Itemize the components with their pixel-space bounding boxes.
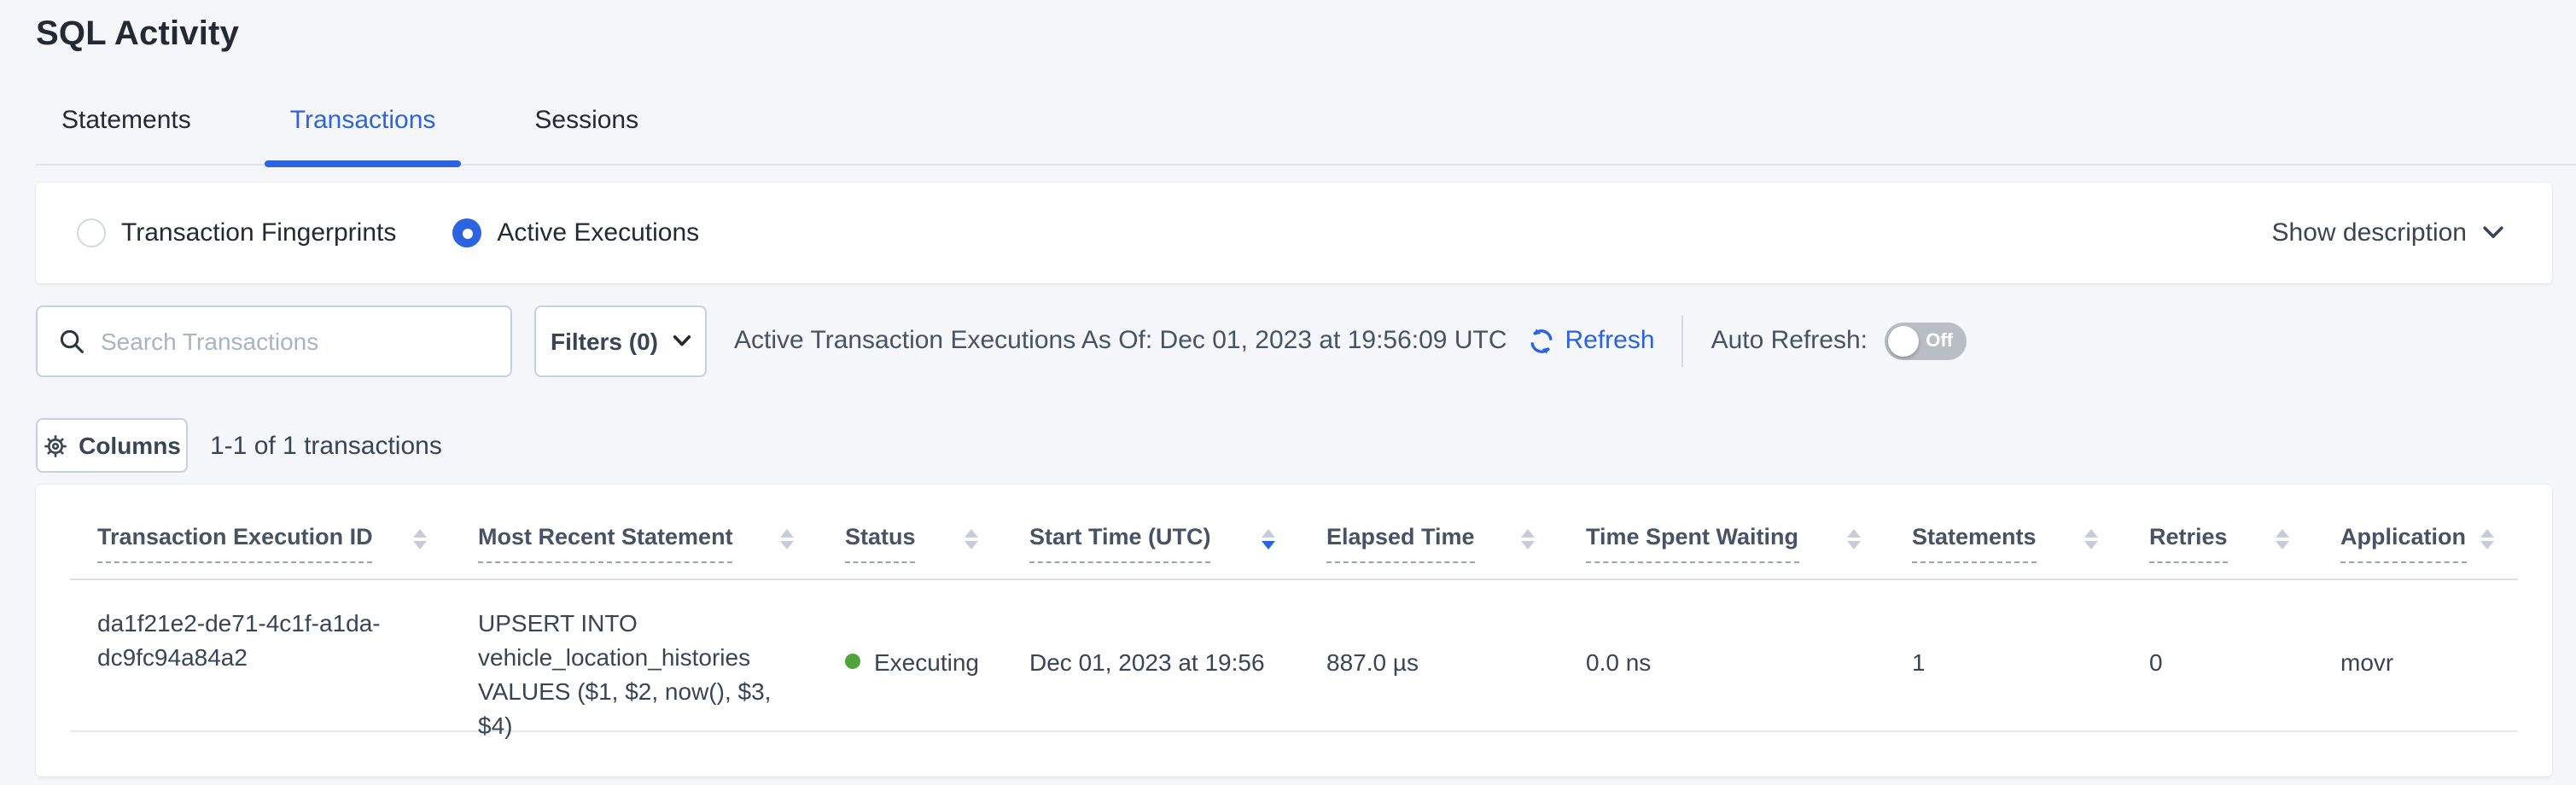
tab-statements[interactable]: Statements bbox=[36, 104, 217, 164]
cell-start-time: Dec 01, 2023 at 19:56 bbox=[1002, 580, 1299, 742]
columns-button[interactable]: Columns bbox=[36, 418, 188, 473]
search-box bbox=[36, 305, 512, 376]
column-header-status[interactable]: Status bbox=[818, 485, 1002, 579]
sql-activity-page: SQL Activity Statements Transactions Ses… bbox=[0, 10, 2576, 785]
sort-icon[interactable] bbox=[1847, 529, 1861, 550]
sort-icon[interactable] bbox=[965, 529, 978, 550]
auto-refresh-toggle[interactable]: Off bbox=[1885, 322, 1967, 359]
sort-icon[interactable] bbox=[1521, 529, 1535, 550]
cell-transaction-execution-id: da1f21e2-de71-4c1f-a1da-dc9fc94a84a2 bbox=[70, 580, 451, 742]
filters-button-label: Filters (0) bbox=[551, 327, 658, 354]
page-title: SQL Activity bbox=[36, 10, 2576, 58]
search-input[interactable] bbox=[101, 327, 493, 354]
sort-icon[interactable] bbox=[780, 529, 794, 550]
toggle-state-label: Off bbox=[1926, 330, 1953, 351]
filters-button[interactable]: Filters (0) bbox=[534, 305, 707, 376]
chevron-down-icon bbox=[672, 334, 691, 347]
results-count: 1-1 of 1 transactions bbox=[210, 431, 442, 460]
column-header-elapsed-time[interactable]: Elapsed Time bbox=[1299, 485, 1559, 579]
cell-time-spent-waiting: 0.0 ns bbox=[1559, 580, 1885, 742]
refresh-button[interactable]: Refresh bbox=[1528, 326, 1655, 355]
cell-statements: 1 bbox=[1885, 580, 2122, 742]
radio-selected-icon bbox=[452, 218, 481, 247]
chevron-down-icon bbox=[2482, 225, 2504, 241]
radio-active-executions[interactable]: Active Executions bbox=[452, 218, 699, 247]
column-header-most-recent-statement[interactable]: Most Recent Statement bbox=[451, 485, 818, 579]
refresh-label: Refresh bbox=[1565, 326, 1655, 355]
sort-icon[interactable] bbox=[2276, 529, 2289, 550]
refresh-icon bbox=[1528, 327, 1555, 354]
column-header-time-spent-waiting[interactable]: Time Spent Waiting bbox=[1559, 485, 1885, 579]
columns-button-label: Columns bbox=[79, 432, 181, 459]
auto-refresh-label: Auto Refresh: bbox=[1711, 326, 1868, 355]
sort-icon[interactable] bbox=[2084, 529, 2098, 550]
tab-bar: Statements Transactions Sessions bbox=[36, 104, 2576, 166]
tab-sessions[interactable]: Sessions bbox=[509, 104, 664, 164]
toolbar: Filters (0) Active Transaction Execution… bbox=[36, 304, 2552, 377]
radio-unselected-icon bbox=[77, 218, 106, 247]
show-description-toggle[interactable]: Show description bbox=[2272, 218, 2504, 247]
cell-elapsed-time: 887.0 µs bbox=[1299, 580, 1559, 742]
status-executing-dot bbox=[845, 654, 860, 669]
sort-icon[interactable] bbox=[2480, 529, 2494, 550]
radio-active-executions-label: Active Executions bbox=[497, 218, 699, 247]
search-icon bbox=[58, 327, 85, 354]
cell-status: Executing bbox=[818, 580, 1002, 742]
column-header-application[interactable]: Application bbox=[2313, 485, 2518, 579]
column-header-retries[interactable]: Retries bbox=[2122, 485, 2313, 579]
cell-most-recent-statement: UPSERT INTO vehicle_location_histories V… bbox=[451, 580, 818, 742]
view-mode-bar: Transaction Fingerprints Active Executio… bbox=[36, 183, 2552, 283]
tab-statements-label: Statements bbox=[61, 106, 191, 135]
sort-icon[interactable] bbox=[413, 529, 427, 550]
status-label: Executing bbox=[874, 644, 979, 678]
toolbar-divider bbox=[1682, 315, 1684, 366]
radio-transaction-fingerprints[interactable]: Transaction Fingerprints bbox=[77, 218, 396, 247]
radio-transaction-fingerprints-label: Transaction Fingerprints bbox=[121, 218, 396, 247]
table-header-row: Transaction Execution ID Most Recent Sta… bbox=[70, 485, 2518, 580]
as-of-timestamp: Active Transaction Executions As Of: Dec… bbox=[734, 326, 1507, 355]
tab-transactions[interactable]: Transactions bbox=[265, 104, 462, 164]
toggle-knob bbox=[1888, 325, 1919, 356]
column-header-start-time[interactable]: Start Time (UTC) bbox=[1002, 485, 1299, 579]
sort-icon-active-desc[interactable] bbox=[1262, 529, 1275, 550]
transactions-table-card: Transaction Execution ID Most Recent Sta… bbox=[36, 485, 2552, 776]
column-header-statements[interactable]: Statements bbox=[1885, 485, 2122, 579]
table-row: da1f21e2-de71-4c1f-a1da-dc9fc94a84a2 UPS… bbox=[70, 580, 2518, 732]
cell-application: movr bbox=[2313, 580, 2518, 742]
cell-retries: 0 bbox=[2122, 580, 2313, 742]
column-header-transaction-execution-id[interactable]: Transaction Execution ID bbox=[70, 485, 451, 579]
show-description-label: Show description bbox=[2272, 218, 2467, 247]
tab-transactions-label: Transactions bbox=[290, 106, 436, 135]
gear-icon bbox=[43, 433, 68, 458]
table-controls: Columns 1-1 of 1 transactions bbox=[36, 418, 2552, 473]
tab-sessions-label: Sessions bbox=[534, 106, 638, 135]
transactions-table: Transaction Execution ID Most Recent Sta… bbox=[70, 485, 2518, 732]
